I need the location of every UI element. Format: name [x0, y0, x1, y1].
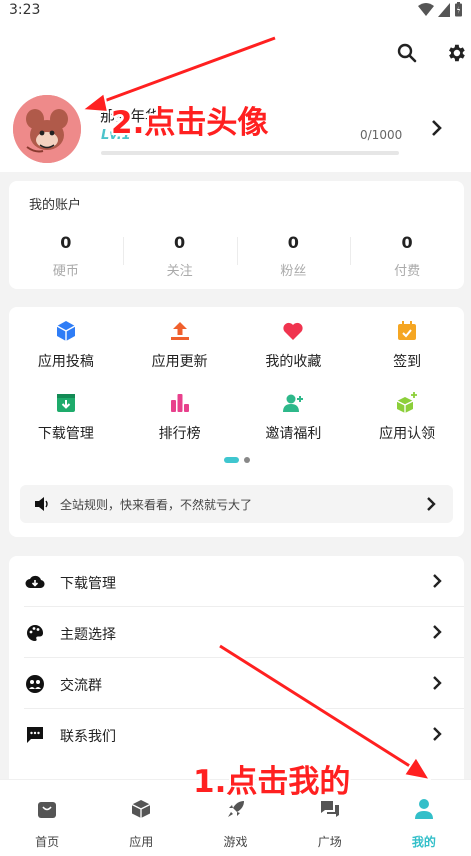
download-box-icon [54, 391, 78, 415]
xp-progress-bar [101, 151, 399, 155]
chevron-right-icon [431, 674, 443, 696]
stat-coins[interactable]: 0 硬币 [9, 233, 123, 279]
tab-mine[interactable]: 我的 [377, 780, 471, 856]
feature-invite[interactable]: 邀请福利 [237, 389, 351, 461]
tab-label: 广场 [317, 835, 342, 849]
stat-value: 0 [287, 233, 299, 252]
page-indicator[interactable] [9, 457, 464, 463]
feature-download-manager[interactable]: 下载管理 [9, 389, 123, 461]
feature-label: 排行榜 [158, 426, 201, 442]
stat-label: 关注 [166, 264, 193, 279]
feature-label: 下载管理 [37, 426, 94, 442]
upload-icon [168, 319, 192, 343]
menu-item-contact[interactable]: 联系我们 [9, 709, 464, 760]
profile-chevron-button[interactable] [430, 118, 448, 138]
account-title: 我的账户 [29, 198, 82, 213]
battery-icon [455, 2, 462, 17]
signal-icon [438, 2, 450, 17]
tab-apps[interactable]: 应用 [94, 780, 188, 856]
status-icons [418, 2, 463, 17]
settings-button[interactable] [443, 40, 469, 66]
status-time: 3:23 [9, 2, 41, 18]
feature-checkin[interactable]: 签到 [350, 317, 464, 389]
account-stats: 0 硬币 0 关注 0 粉丝 0 付费 [9, 233, 464, 279]
status-bar: 3:23 [0, 0, 471, 22]
menu-card: 下载管理 主题选择 交流群 联系我们 [9, 556, 464, 786]
page-dot[interactable] [243, 457, 250, 463]
chat-bubbles-icon [320, 798, 340, 820]
annotation-step1: 1.点击我的 [193, 764, 351, 800]
tab-label: 游戏 [223, 835, 248, 849]
notice-bar[interactable]: 全站规则，快来看看，不然就亏大了 [20, 485, 453, 523]
features-card: 应用投稿 应用更新 我的收藏 签到 下载管理 排行榜 邀请福利 应用认领 全站规… [9, 307, 464, 537]
search-icon [397, 43, 417, 63]
feature-label: 邀请福利 [265, 426, 322, 442]
feature-label: 应用投稿 [37, 354, 94, 370]
tab-label: 我的 [411, 835, 436, 849]
calendar-icon [395, 319, 419, 343]
menu-item-download-manager[interactable]: 下载管理 [9, 556, 464, 607]
add-user-icon [281, 391, 305, 415]
account-card: 我的账户 0 硬币 0 关注 0 粉丝 0 付费 [9, 181, 464, 289]
stat-label: 硬币 [52, 264, 79, 279]
stat-label: 粉丝 [280, 264, 307, 279]
stat-following[interactable]: 0 关注 [122, 233, 237, 279]
stat-fans[interactable]: 0 粉丝 [236, 233, 351, 279]
feature-ranking[interactable]: 排行榜 [123, 389, 237, 461]
feature-label: 我的收藏 [265, 354, 322, 370]
chevron-right-icon [431, 725, 443, 747]
menu-item-label: 主题选择 [60, 627, 116, 643]
stat-value: 0 [401, 233, 413, 252]
tab-label: 首页 [35, 835, 60, 849]
chat-icon [25, 725, 45, 745]
person-icon [414, 798, 434, 820]
home-bag-icon [37, 798, 57, 820]
tab-label: 应用 [129, 835, 154, 849]
speaker-icon [34, 496, 50, 516]
menu-item-group[interactable]: 交流群 [9, 658, 464, 709]
annotation-step2: 2.点击头像 [111, 105, 269, 141]
group-icon [25, 674, 45, 694]
box-icon [131, 798, 151, 820]
menu-item-theme[interactable]: 主题选择 [9, 607, 464, 658]
feature-label: 应用更新 [151, 354, 208, 370]
feature-app-submit[interactable]: 应用投稿 [9, 317, 123, 389]
menu-item-label: 交流群 [60, 678, 102, 694]
heart-icon [281, 319, 305, 343]
stat-value: 0 [60, 233, 72, 252]
notice-text: 全站规则，快来看看，不然就亏大了 [60, 498, 253, 512]
feature-favorites[interactable]: 我的收藏 [237, 317, 351, 389]
stat-value: 0 [174, 233, 186, 252]
feature-app-claim[interactable]: 应用认领 [350, 389, 464, 461]
stat-label: 付费 [394, 264, 421, 279]
feature-app-update[interactable]: 应用更新 [123, 317, 237, 389]
feature-row: 下载管理 排行榜 邀请福利 应用认领 [9, 389, 464, 461]
wifi-icon [418, 2, 434, 16]
avatar-image [13, 95, 81, 163]
chevron-right-icon [432, 120, 442, 136]
cloud-download-icon [25, 572, 45, 592]
rocket-icon [226, 798, 246, 820]
xp-progress-text: 0/1000 [360, 128, 403, 142]
menu-item-label: 下载管理 [60, 576, 116, 592]
feature-label: 签到 [393, 354, 422, 370]
chevron-right-icon [425, 496, 437, 516]
palette-icon [25, 623, 45, 643]
chevron-right-icon [431, 623, 443, 645]
tab-home[interactable]: 首页 [0, 780, 94, 856]
gear-icon [449, 44, 465, 62]
feature-grid: 应用投稿 应用更新 我的收藏 签到 下载管理 排行榜 邀请福利 应用认领 [9, 317, 464, 461]
search-button[interactable] [394, 40, 420, 66]
feature-label: 应用认领 [379, 426, 436, 442]
stat-paid[interactable]: 0 付费 [350, 233, 464, 279]
page-dot-active[interactable] [223, 457, 239, 463]
chevron-right-icon [431, 572, 443, 594]
ranking-icon [168, 391, 192, 415]
avatar[interactable] [13, 95, 81, 163]
cube-icon [54, 319, 78, 343]
menu-item-label: 联系我们 [60, 729, 116, 745]
feature-row: 应用投稿 应用更新 我的收藏 签到 [9, 317, 464, 389]
cube-plus-icon [395, 391, 419, 415]
